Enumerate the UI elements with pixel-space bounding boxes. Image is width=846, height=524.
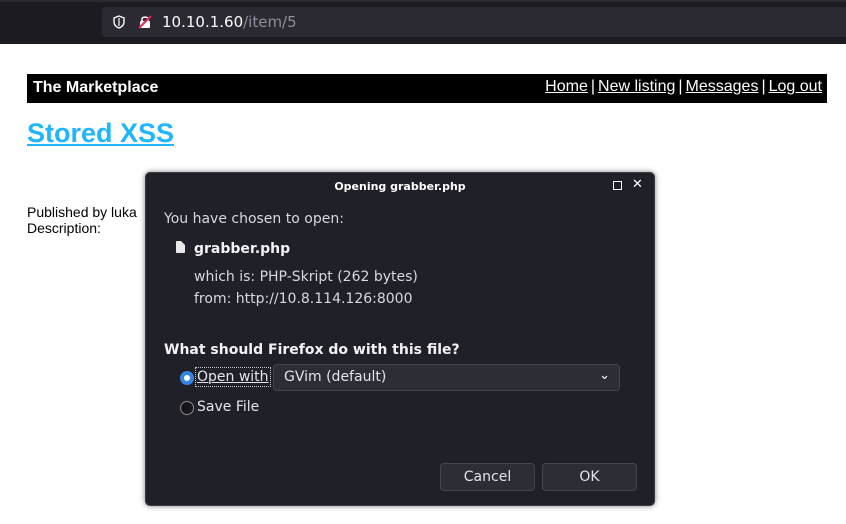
file-type: which is: PHP-Skript (262 bytes) xyxy=(194,269,418,285)
cancel-button[interactable]: Cancel xyxy=(440,463,535,491)
save-file-radio[interactable] xyxy=(180,401,194,415)
chevron-down-icon: ⌄ xyxy=(599,368,610,383)
dialog-intro: You have chosen to open: xyxy=(164,211,344,227)
file-name: grabber.php xyxy=(194,241,291,257)
page-title[interactable]: Stored XSS xyxy=(27,118,174,149)
shield-icon[interactable] xyxy=(112,15,126,29)
open-with-label[interactable]: Open with xyxy=(195,367,271,387)
ok-button[interactable]: OK xyxy=(542,463,637,491)
published-by: Published by luka xyxy=(27,204,137,220)
site-brand: The Marketplace xyxy=(33,79,159,96)
close-icon[interactable]: ✕ xyxy=(632,177,643,192)
insecure-lock-icon[interactable] xyxy=(137,14,153,30)
maximize-icon[interactable] xyxy=(613,181,622,190)
nav-link-messages[interactable]: Messages xyxy=(686,78,759,95)
nav-link-home[interactable]: Home xyxy=(545,78,588,95)
nav-separator: | xyxy=(678,78,683,95)
file-source: from: http://10.8.114.126:8000 xyxy=(194,291,413,307)
listing-meta: Published by luka Description: xyxy=(27,204,137,236)
browser-toolbar: 10.10.1.60/item/5 xyxy=(0,0,846,44)
download-dialog: Opening grabber.php ✕ You have chosen to… xyxy=(145,172,655,506)
nav-separator: | xyxy=(761,78,766,95)
url-text[interactable]: 10.10.1.60/item/5 xyxy=(162,13,297,31)
open-with-radio[interactable] xyxy=(180,371,194,385)
file-icon xyxy=(176,241,185,253)
toolbar-divider xyxy=(0,0,846,2)
url-host: 10.10.1.60 xyxy=(162,13,244,31)
nav-links: Home | New listing | Messages | Log out xyxy=(545,78,822,96)
description-label: Description: xyxy=(27,220,101,236)
save-file-label[interactable]: Save File xyxy=(197,399,259,415)
dialog-title: Opening grabber.php xyxy=(334,180,466,193)
nav-link-new-listing[interactable]: New listing xyxy=(598,78,675,95)
nav-link-log-out[interactable]: Log out xyxy=(769,78,822,95)
action-question: What should Firefox do with this file? xyxy=(164,342,460,358)
site-navbar: The Marketplace Home | New listing | Message… xyxy=(27,74,827,103)
application-select-value: GVim (default) xyxy=(284,369,387,385)
nav-separator: | xyxy=(590,78,596,95)
application-select[interactable]: GVim (default) ⌄ xyxy=(273,364,620,391)
url-path: /item/5 xyxy=(243,13,297,31)
